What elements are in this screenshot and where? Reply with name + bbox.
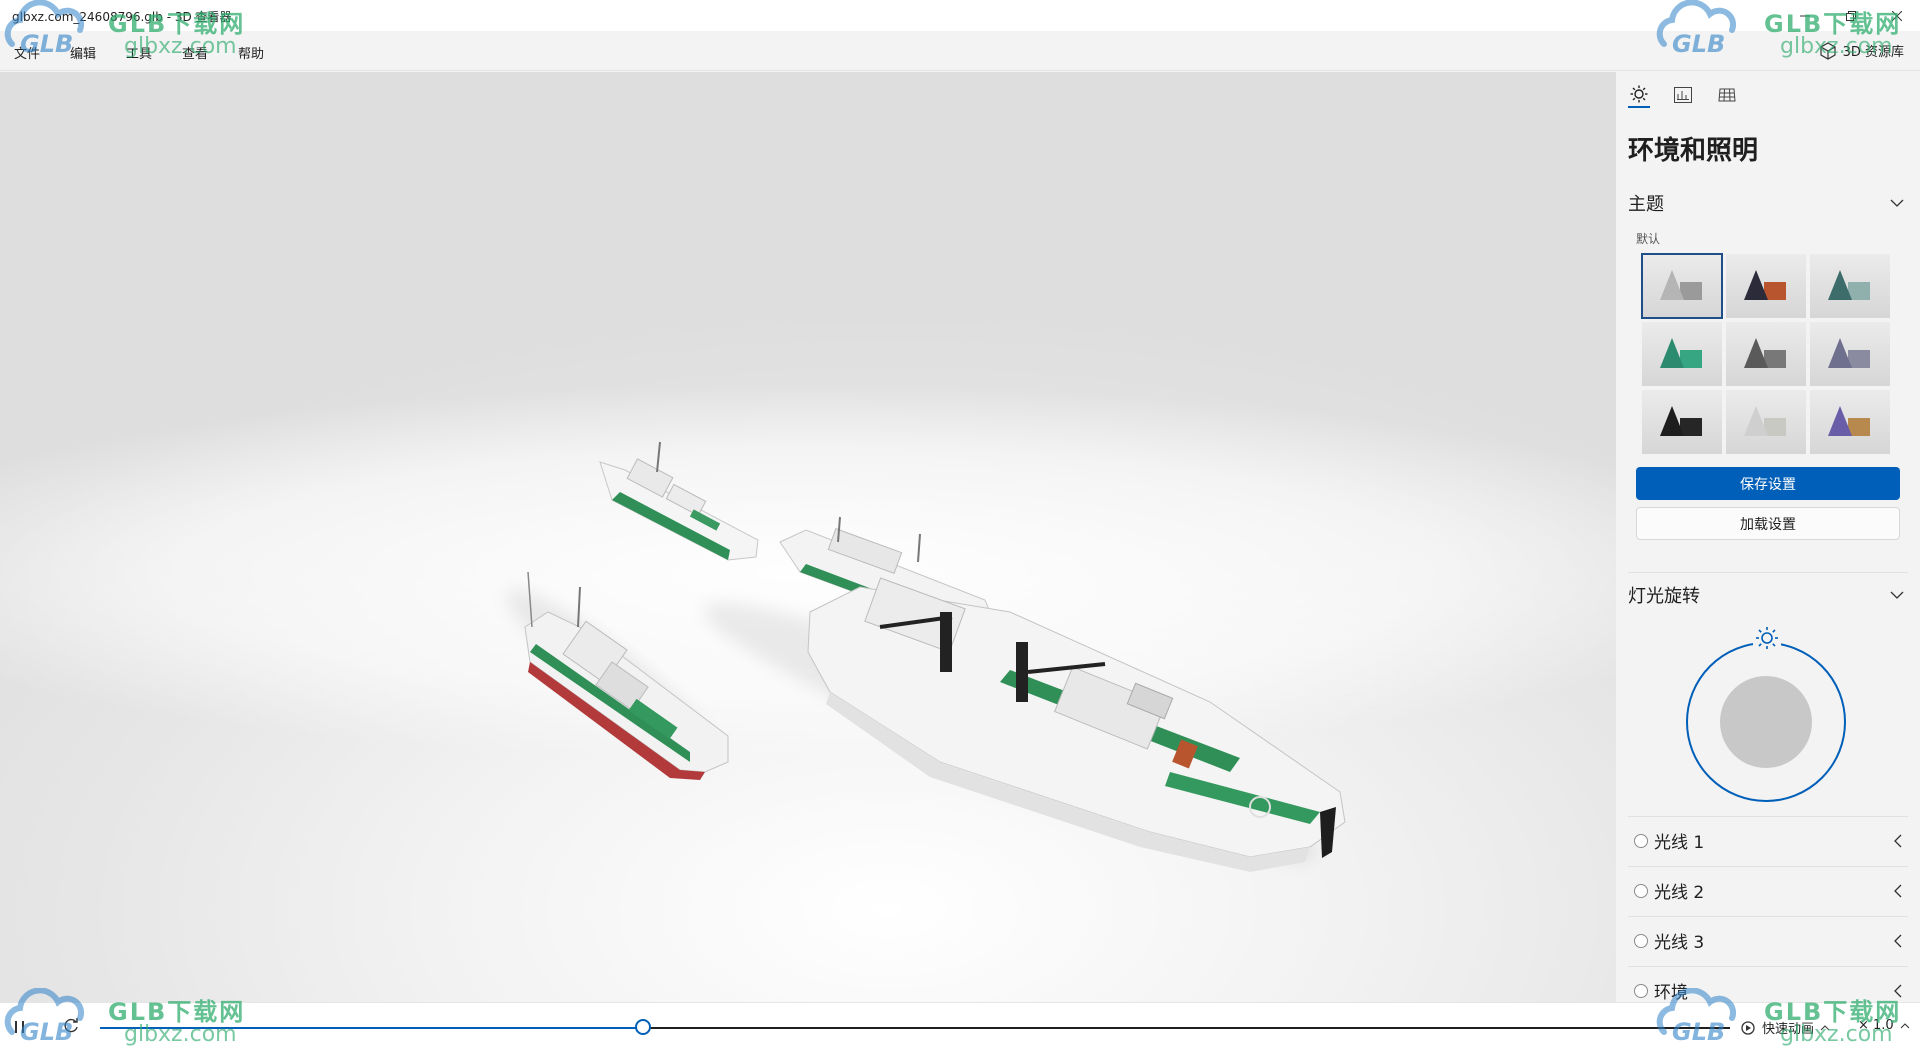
menu-tools[interactable]: 工具: [126, 43, 152, 62]
3d-library-button[interactable]: 3D 资源库: [1819, 41, 1904, 60]
theme-preview-icon: [1744, 406, 1786, 436]
theme-preview-icon: [1744, 338, 1786, 368]
ship-models: [506, 441, 1346, 872]
theme-tile[interactable]: [1642, 390, 1722, 454]
theme-section-header[interactable]: 主题: [1628, 188, 1904, 218]
theme-tile[interactable]: [1726, 254, 1806, 318]
menu-edit[interactable]: 编辑: [70, 43, 96, 62]
load-settings-button[interactable]: 加载设置: [1636, 507, 1900, 540]
light-handle[interactable]: [1753, 624, 1781, 652]
theme-preview-icon: [1828, 270, 1870, 300]
close-button[interactable]: [1874, 0, 1920, 31]
minimize-button[interactable]: [1782, 0, 1828, 31]
divider: [1628, 572, 1908, 573]
coast-guard-ship-model: [524, 571, 729, 780]
menu-view[interactable]: 查看: [182, 43, 208, 62]
theme-preview-icon: [1828, 338, 1870, 368]
minimize-icon: [1800, 15, 1810, 16]
title-bar: glbxz.com_24608796.glb - 3D 查看器: [0, 0, 1920, 31]
3d-viewport[interactable]: [0, 72, 1616, 1002]
pause-button[interactable]: [14, 1019, 26, 1038]
save-settings-button[interactable]: 保存设置: [1636, 467, 1900, 500]
theme-tile[interactable]: [1726, 322, 1806, 386]
environment-panel: 环境和照明 主题 默认 保存设置 加载设置 灯光旋转 光线 1 光线 2 光线 …: [1616, 72, 1920, 1002]
timeline-progress: [100, 1027, 643, 1029]
restore-button[interactable]: [1828, 0, 1874, 31]
chevron-up-icon: [1900, 1022, 1910, 1028]
animation-icon: [1741, 1020, 1755, 1035]
theme-preview-icon: [1744, 270, 1786, 300]
panel-heading: 环境和照明: [1628, 136, 1759, 166]
light-preview-sphere: [1720, 676, 1812, 768]
research-vessel-model: [807, 577, 1346, 872]
grid-icon: [1718, 88, 1736, 102]
animation-timeline[interactable]: [100, 1019, 1730, 1035]
menu-file[interactable]: 文件: [14, 43, 40, 62]
theme-tile[interactable]: [1726, 390, 1806, 454]
chevron-down-icon: [1890, 591, 1904, 599]
light-2-label: 光线 2: [1654, 883, 1705, 903]
chevron-down-icon: [1890, 199, 1904, 207]
theme-tile[interactable]: [1810, 390, 1890, 454]
chevron-up-icon: [1820, 1024, 1830, 1030]
chevron-left-icon: [1894, 984, 1902, 997]
light-3-toggle[interactable]: [1634, 933, 1648, 948]
window-title: glbxz.com_24608796.glb - 3D 查看器: [12, 10, 232, 24]
close-icon: [1892, 10, 1902, 21]
theme-preview-icon: [1660, 270, 1702, 300]
environment-light-row[interactable]: 环境: [1628, 966, 1908, 1002]
theme-tile[interactable]: [1810, 322, 1890, 386]
chevron-left-icon: [1894, 884, 1902, 897]
sun-icon: [1630, 85, 1648, 103]
tab-grid[interactable]: [1716, 82, 1738, 108]
cube-icon: [1819, 41, 1836, 60]
theme-preview-icon: [1660, 406, 1702, 436]
loop-button[interactable]: [62, 1017, 80, 1039]
theme-tile[interactable]: [1641, 253, 1723, 319]
playback-speed-label: × 1.0: [1858, 1018, 1894, 1033]
light-row-3[interactable]: 光线 3: [1628, 916, 1908, 964]
menu-help[interactable]: 帮助: [238, 43, 264, 62]
stats-icon: [1674, 87, 1692, 103]
light-rotation-label: 灯光旋转: [1628, 586, 1700, 607]
light-row-2[interactable]: 光线 2: [1628, 866, 1908, 914]
pause-icon: [15, 1021, 24, 1033]
environment-label: 环境: [1654, 983, 1688, 1002]
restore-icon: [1846, 10, 1856, 21]
light-rotation-header[interactable]: 灯光旋转: [1628, 580, 1904, 610]
chevron-left-icon: [1894, 834, 1902, 847]
playback-speed-button[interactable]: × 1.0: [1858, 1018, 1910, 1033]
3d-library-label: 3D 资源库: [1842, 45, 1904, 60]
timeline-handle[interactable]: [634, 1019, 651, 1035]
light-1-label: 光线 1: [1654, 833, 1705, 853]
environment-toggle[interactable]: [1634, 983, 1648, 998]
theme-tile[interactable]: [1810, 254, 1890, 318]
light-2-toggle[interactable]: [1634, 883, 1648, 898]
theme-tile[interactable]: [1642, 322, 1722, 386]
chevron-left-icon: [1894, 934, 1902, 947]
light-3-label: 光线 3: [1654, 933, 1705, 953]
playback-bar: 快速动画 × 1.0: [0, 1002, 1920, 1050]
theme-section-label: 主题: [1628, 194, 1664, 215]
theme-default-label: 默认: [1636, 232, 1661, 246]
menu-bar: 文件 编辑 工具 查看 帮助 3D 资源库: [0, 31, 1920, 71]
patrol-ship-model: [599, 441, 759, 561]
loop-icon: [64, 1018, 78, 1033]
sun-icon: [1756, 627, 1778, 649]
tab-stats[interactable]: [1672, 82, 1694, 108]
tab-environment[interactable]: [1628, 82, 1650, 108]
light-1-toggle[interactable]: [1634, 833, 1648, 848]
light-row-1[interactable]: 光线 1: [1628, 816, 1908, 864]
theme-preview-icon: [1828, 406, 1870, 436]
quick-animation-button[interactable]: 快速动画: [1740, 1018, 1830, 1037]
quick-animation-label: 快速动画: [1762, 1022, 1815, 1037]
light-rotation-dial[interactable]: [1686, 624, 1846, 802]
theme-grid: [1641, 253, 1892, 454]
panel-tabs: [1628, 82, 1738, 108]
theme-preview-icon: [1660, 338, 1702, 368]
